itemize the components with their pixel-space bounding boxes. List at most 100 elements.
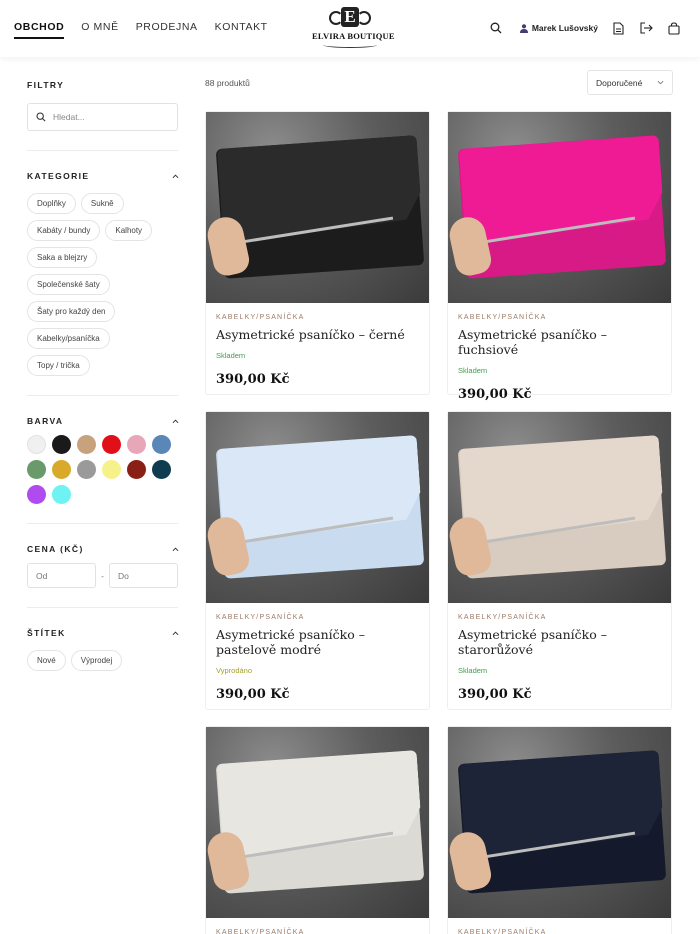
product-info: KABELKY/PSANÍČKA Asymetrické psaníčko – f… — [448, 303, 671, 416]
stock-status: Vyprodáno — [216, 666, 252, 675]
product-card[interactable]: KABELKY/PSANÍČKA Asymetrické psaníčko – f… — [447, 111, 672, 402]
product-image[interactable] — [206, 412, 429, 603]
category-chip[interactable]: Topy / trička — [27, 355, 90, 376]
product-category[interactable]: KABELKY/PSANÍČKA — [216, 614, 419, 621]
logout-icon[interactable] — [638, 20, 654, 36]
nav-prodejna[interactable]: PRODEJNA — [136, 21, 198, 37]
color-swatch[interactable] — [77, 435, 96, 454]
divider — [27, 607, 178, 608]
user-account[interactable]: Marek Lušovský — [519, 23, 598, 33]
product-info: KABELKY/PSANÍČKA Asymetrické psaníčko – p… — [206, 603, 429, 716]
product-name[interactable]: Asymetrické psaníčko – starorůžové — [458, 627, 661, 657]
color-swatch[interactable] — [52, 435, 71, 454]
filters-title: FILTRY — [27, 80, 65, 90]
color-swatch[interactable] — [127, 435, 146, 454]
color-swatch[interactable] — [152, 460, 171, 479]
logo-text: ELVIRA BOUTIQUE — [312, 31, 395, 41]
product-category[interactable]: KABELKY/PSANÍČKA — [216, 314, 419, 321]
document-icon[interactable] — [610, 20, 626, 36]
product-price: 390,00 Kč — [458, 387, 532, 402]
tag-chip[interactable]: Výprodej — [70, 650, 123, 671]
color-swatch[interactable] — [27, 485, 46, 504]
category-list: Doplňky Sukně Kabáty / bundy Kalhoty Sak… — [27, 193, 179, 376]
product-price: 390,00 Kč — [216, 372, 290, 387]
category-chip[interactable]: Kabáty / bundy — [27, 220, 101, 241]
chevron-up-icon[interactable] — [172, 546, 179, 553]
product-image[interactable] — [206, 112, 429, 303]
tag-header[interactable]: ŠTÍTEK — [27, 628, 179, 638]
category-chip[interactable]: Sukně — [80, 193, 124, 214]
product-category[interactable]: KABELKY/PSANÍČKA — [458, 929, 661, 934]
site-logo[interactable]: E ELVIRA BOUTIQUE — [312, 7, 395, 49]
category-chip[interactable]: Saka a blejzry — [27, 247, 98, 268]
color-swatch[interactable] — [27, 435, 46, 454]
category-chip[interactable]: Doplňky — [27, 193, 76, 214]
product-card[interactable]: KABELKY/PSANÍČKA — [447, 726, 672, 934]
product-image[interactable] — [206, 727, 429, 918]
tag-list: Nové Výprodej — [27, 650, 179, 671]
product-info: KABELKY/PSANÍČKA — [448, 918, 671, 934]
category-chip[interactable]: Šaty pro každý den — [27, 301, 116, 322]
nav-obchod[interactable]: OBCHOD — [14, 21, 65, 39]
product-category[interactable]: KABELKY/PSANÍČKA — [216, 929, 419, 934]
product-category[interactable]: KABELKY/PSANÍČKA — [458, 314, 661, 321]
chevron-up-icon[interactable] — [172, 173, 179, 180]
categories-header[interactable]: KATEGORIE — [27, 171, 179, 181]
category-chip[interactable]: Kabelky/psaníčka — [27, 328, 110, 349]
chevron-down-icon — [657, 80, 664, 85]
logo-letter: E — [341, 7, 359, 27]
product-image[interactable] — [448, 727, 671, 918]
search-input[interactable] — [53, 112, 163, 122]
product-card[interactable]: KABELKY/PSANÍČKA Asymetrické psaníčko – p… — [205, 411, 430, 710]
tag-chip[interactable]: Nové — [27, 650, 66, 671]
product-name[interactable]: Asymetrické psaníčko – pastelově modré — [216, 627, 419, 657]
cart-icon[interactable] — [666, 20, 682, 36]
price-from-input[interactable]: Od — [27, 563, 96, 588]
price-to-input[interactable]: Do — [109, 563, 178, 588]
filters-sidebar: FILTRY KATEGORIE Doplňky Sukně Kabáty / … — [27, 70, 179, 671]
color-swatch[interactable] — [52, 485, 71, 504]
product-image[interactable] — [448, 412, 671, 603]
nav-kontakt[interactable]: KONTAKT — [215, 21, 268, 37]
product-price: 390,00 Kč — [216, 687, 290, 702]
categories-title: KATEGORIE — [27, 171, 90, 181]
color-swatch[interactable] — [152, 435, 171, 454]
tag-title: ŠTÍTEK — [27, 628, 66, 638]
product-info: KABELKY/PSANÍČKA — [206, 918, 429, 934]
color-swatch[interactable] — [102, 460, 121, 479]
color-swatches — [27, 435, 179, 504]
product-price: 390,00 Kč — [458, 687, 532, 702]
logo-monogram: E — [329, 7, 371, 29]
nav-o-mne[interactable]: O MNĚ — [81, 21, 118, 37]
color-header[interactable]: BARVA — [27, 416, 179, 426]
price-separator: - — [101, 570, 104, 581]
stock-status: Skladem — [458, 666, 488, 675]
product-image[interactable] — [448, 112, 671, 303]
chevron-up-icon[interactable] — [172, 630, 179, 637]
price-header[interactable]: CENA (KČ) — [27, 544, 179, 554]
site-header: OBCHOD O MNĚ PRODEJNA KONTAKT E ELVIRA B… — [0, 0, 700, 57]
stock-status: Skladem — [216, 351, 246, 360]
product-info: KABELKY/PSANÍČKA Asymetrické psaníčko – s… — [448, 603, 671, 716]
category-chip[interactable]: Společenské šaty — [27, 274, 110, 295]
search-field[interactable] — [27, 103, 178, 131]
color-swatch[interactable] — [102, 435, 121, 454]
product-name[interactable]: Asymetrické psaníčko – černé — [216, 327, 419, 342]
search-icon — [36, 112, 46, 122]
product-category[interactable]: KABELKY/PSANÍČKA — [458, 614, 661, 621]
product-info: KABELKY/PSANÍČKA Asymetrické psaníčko – č… — [206, 303, 429, 401]
color-swatch[interactable] — [77, 460, 96, 479]
color-swatch[interactable] — [52, 460, 71, 479]
color-swatch[interactable] — [27, 460, 46, 479]
color-swatch[interactable] — [127, 460, 146, 479]
header-actions: Marek Lušovský — [488, 20, 682, 36]
product-card[interactable]: KABELKY/PSANÍČKA — [205, 726, 430, 934]
sort-select[interactable]: Doporučené — [587, 70, 673, 95]
search-icon[interactable] — [488, 20, 504, 36]
category-chip[interactable]: Kalhoty — [105, 220, 153, 241]
product-card[interactable]: KABELKY/PSANÍČKA Asymetrické psaníčko – s… — [447, 411, 672, 710]
price-title: CENA (KČ) — [27, 544, 84, 554]
product-name[interactable]: Asymetrické psaníčko – fuchsiové — [458, 327, 661, 357]
product-card[interactable]: KABELKY/PSANÍČKA Asymetrické psaníčko – č… — [205, 111, 430, 395]
chevron-up-icon[interactable] — [172, 418, 179, 425]
